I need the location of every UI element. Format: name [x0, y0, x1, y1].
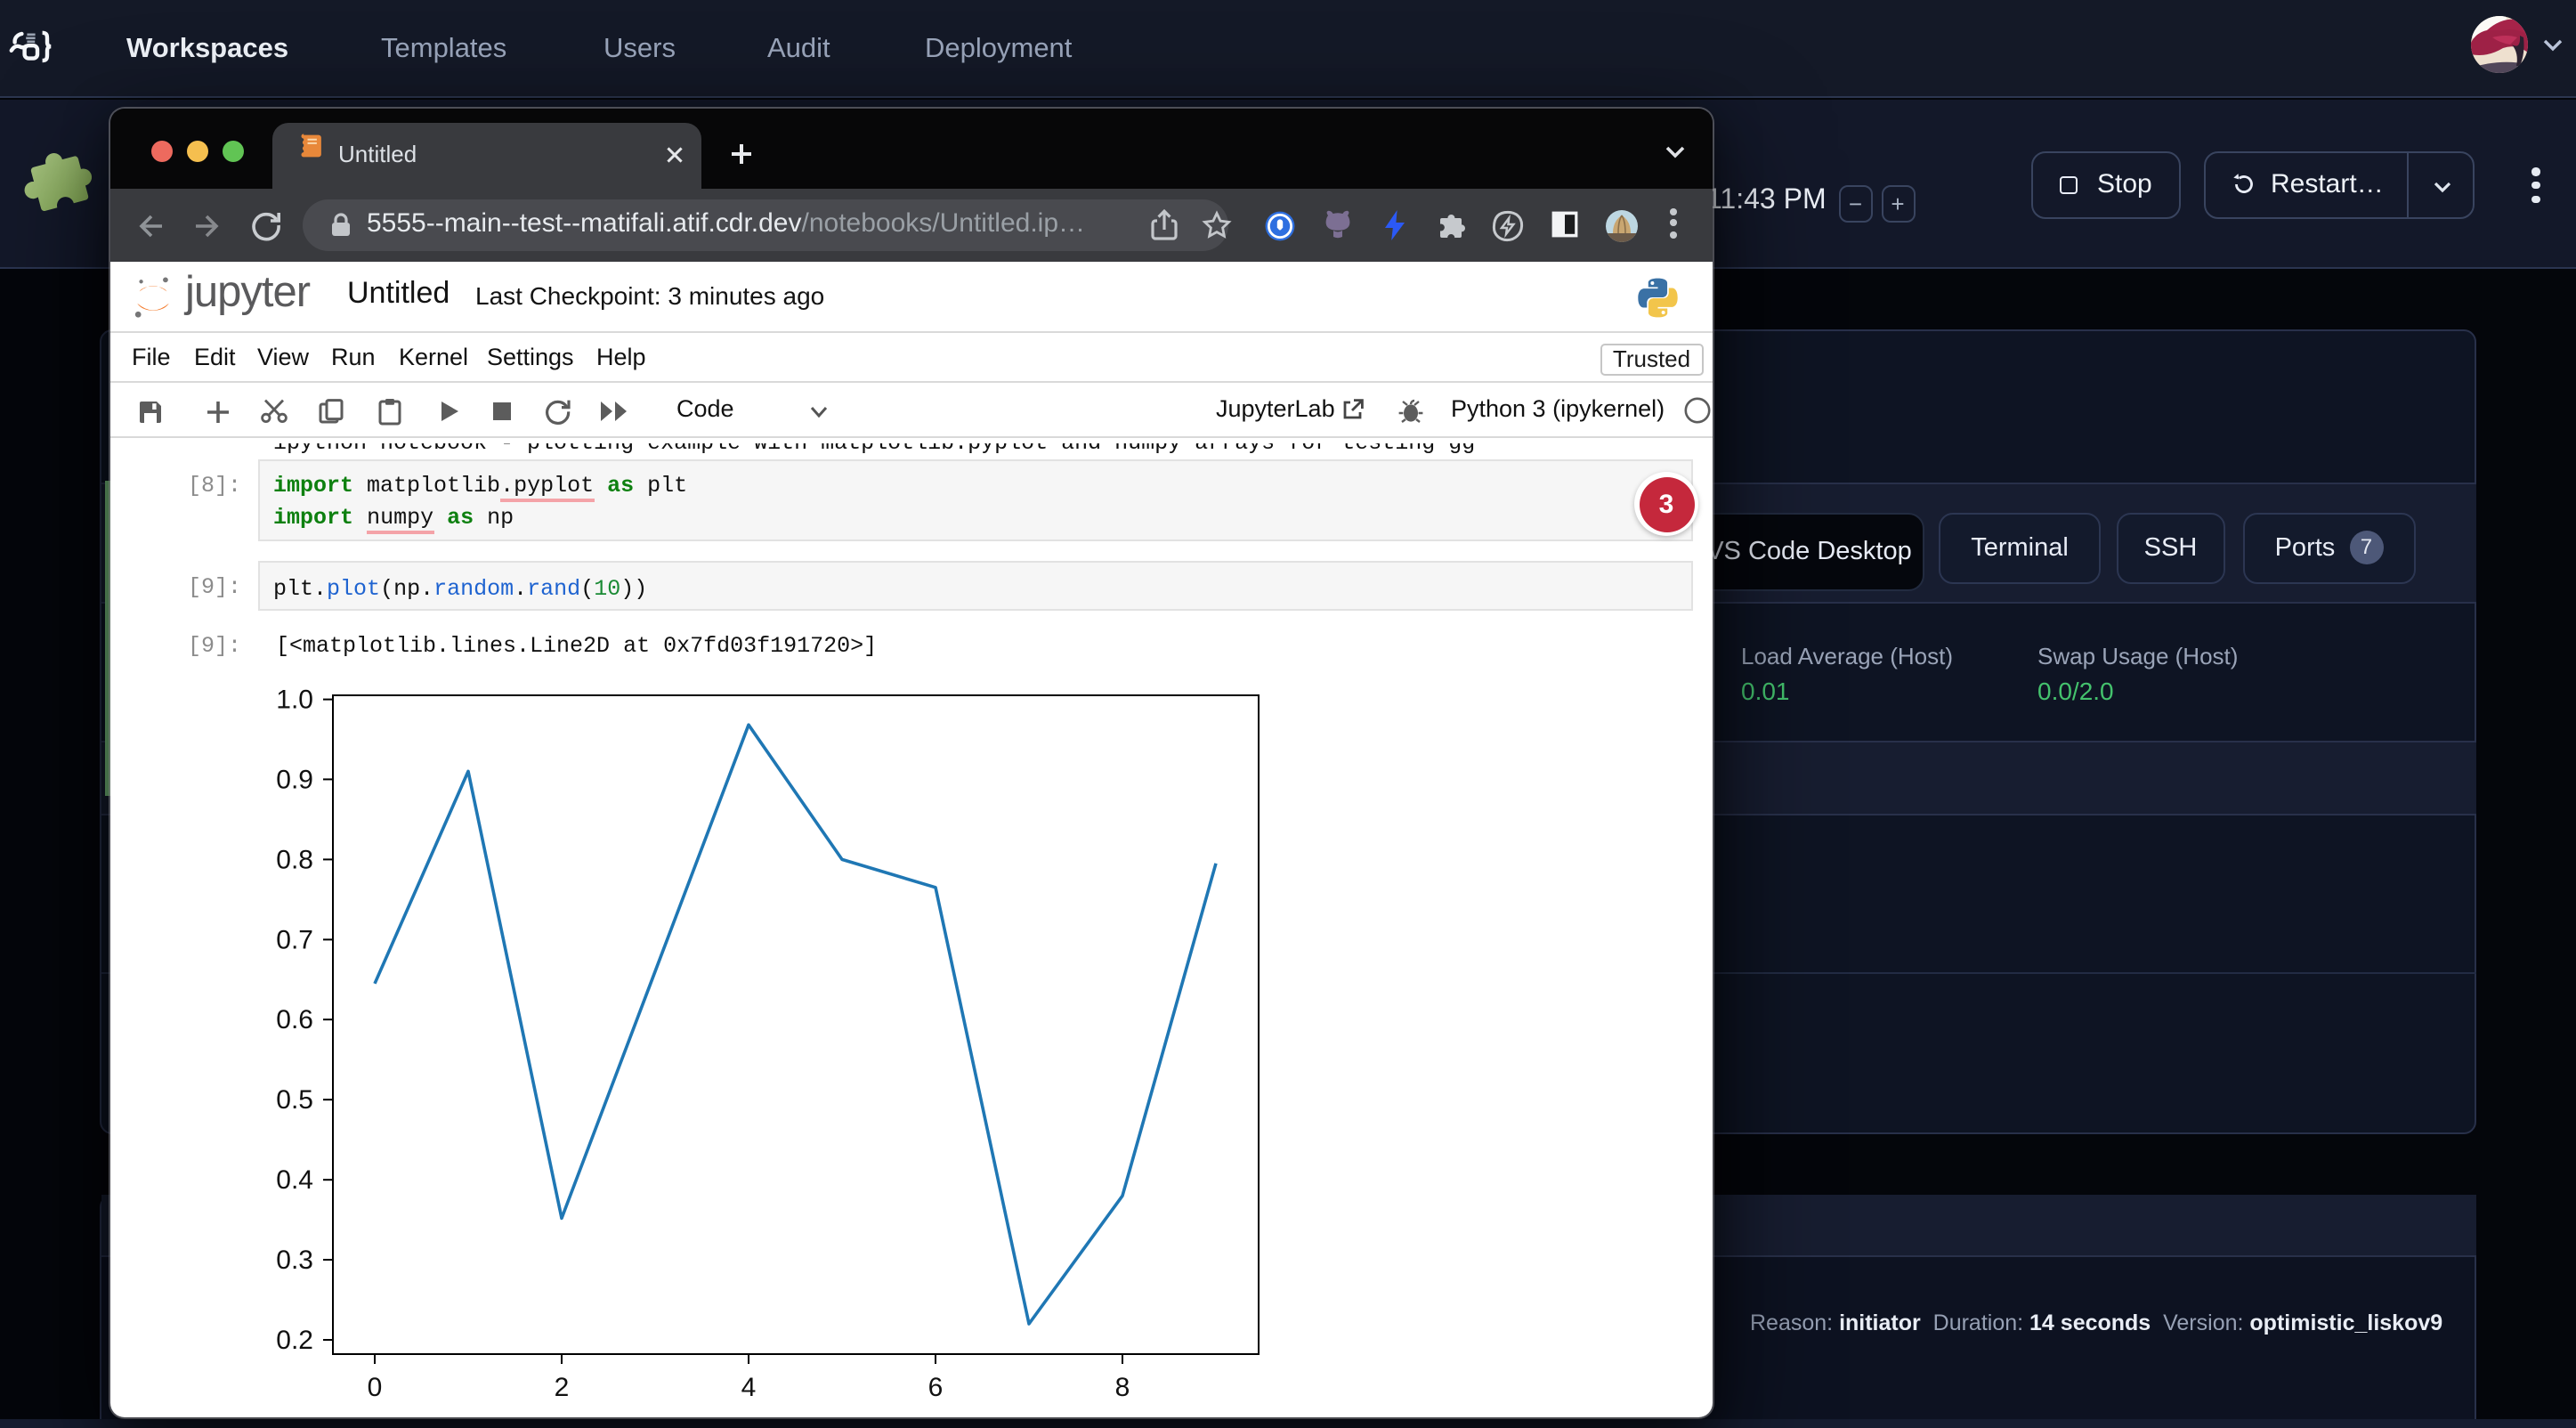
svg-text:2: 2 — [555, 1373, 570, 1402]
svg-text:0.6: 0.6 — [276, 1005, 313, 1034]
svg-text:0: 0 — [368, 1373, 383, 1402]
svg-text:8: 8 — [1115, 1373, 1130, 1402]
svg-text:1.0: 1.0 — [276, 686, 313, 715]
svg-text:6: 6 — [928, 1373, 944, 1402]
svg-text:0.3: 0.3 — [276, 1245, 313, 1275]
svg-text:4: 4 — [741, 1373, 757, 1402]
svg-text:0.2: 0.2 — [276, 1326, 313, 1355]
svg-text:0.8: 0.8 — [276, 845, 313, 874]
svg-text:0.9: 0.9 — [276, 765, 313, 794]
svg-text:0.5: 0.5 — [276, 1085, 313, 1115]
svg-text:0.7: 0.7 — [276, 925, 313, 954]
svg-text:0.4: 0.4 — [276, 1165, 313, 1195]
